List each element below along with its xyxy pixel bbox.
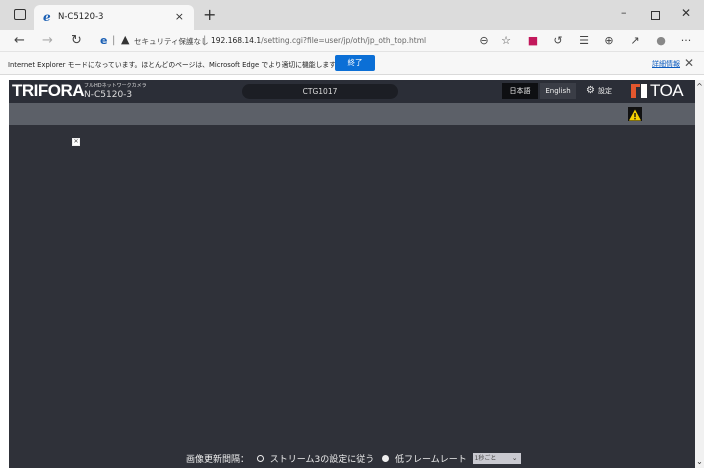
app-header: TRIFORA フルHDネットワークカメラ N-C5120-3 CTG1017 …	[9, 80, 695, 103]
browser-tabstrip: e N-C5120-3 × + – ✕	[0, 0, 704, 30]
warning-icon[interactable]: ▲	[121, 33, 129, 46]
separator: |	[203, 35, 207, 46]
broken-image-icon: ✕	[72, 138, 80, 146]
page-scrollbar[interactable]: ^ ⌄	[695, 80, 704, 468]
model-name: N-C5120-3	[84, 90, 133, 100]
share-icon[interactable]: ↗	[628, 34, 642, 47]
forward-icon[interactable]: →	[42, 33, 53, 48]
live-view-area: ✕ 画像更新間隔： ストリーム3の設定に従う 低フレームレート 1秒ごと ⌄	[9, 125, 695, 468]
window-close-button[interactable]: ✕	[681, 6, 691, 20]
refresh-interval-controls: 画像更新間隔： ストリーム3の設定に従う 低フレームレート 1秒ごと ⌄	[186, 452, 521, 466]
interval-select[interactable]: 1秒ごと ⌄	[472, 453, 521, 464]
new-tab-button[interactable]: +	[203, 5, 216, 24]
tab-title: N-C5120-3	[58, 12, 104, 22]
camera-name: CTG1017	[242, 84, 398, 99]
details-link[interactable]: 詳細情報	[652, 59, 680, 69]
more-icon[interactable]: ···	[679, 34, 693, 47]
ie-mode-icon[interactable]: e	[100, 34, 107, 47]
ie-bar-close-icon[interactable]: ✕	[684, 56, 694, 70]
ie-icon: e	[43, 10, 51, 24]
toa-mark-icon	[631, 84, 647, 98]
product-subtitle: フルHDネットワークカメラ	[84, 83, 147, 89]
back-icon[interactable]: ←	[14, 33, 25, 48]
address-bar: ← → ↻ e | ▲ セキュリティ保護なし | 192.168.14.1/se…	[0, 30, 704, 52]
security-label[interactable]: セキュリティ保護なし	[134, 36, 209, 47]
toa-logo-text: TOA	[650, 81, 684, 100]
radio-stream3[interactable]	[256, 455, 264, 462]
language-japanese-button[interactable]: 日本語	[502, 83, 538, 99]
exit-ie-mode-button[interactable]: 終了	[335, 55, 375, 71]
browser-tab[interactable]: e N-C5120-3 ×	[34, 5, 194, 30]
refresh-interval-label: 画像更新間隔：	[186, 455, 250, 465]
favorite-icon[interactable]: ☆	[499, 34, 513, 47]
settings-button[interactable]: ⚙ 設定	[586, 83, 612, 99]
tab-close-icon[interactable]: ×	[175, 10, 184, 23]
maximize-button[interactable]	[651, 11, 660, 20]
alert-icon[interactable]	[628, 107, 642, 121]
minimize-button[interactable]: –	[621, 6, 627, 19]
interval-select-value: 1秒ごと	[474, 455, 497, 462]
gear-icon: ⚙	[586, 85, 595, 96]
tab-actions-icon[interactable]	[14, 9, 26, 20]
refresh-icon[interactable]: ↻	[71, 33, 82, 48]
collections-icon[interactable]: ⊕	[602, 34, 616, 47]
ie-mode-message: Internet Explorer モードになっています。ほとんどのページは、M…	[8, 61, 343, 69]
url-host: 192.168.14.1	[211, 36, 262, 45]
scroll-down-icon[interactable]: ⌄	[695, 457, 704, 466]
radio-low-framerate-label[interactable]: 低フレームレート	[395, 455, 467, 465]
chevron-down-icon: ⌄	[511, 454, 518, 462]
radio-low-framerate[interactable]	[382, 455, 390, 462]
favorites-list-icon[interactable]: ☰	[577, 34, 591, 47]
url-field[interactable]: 192.168.14.1/setting.cgi?file=user/jp/ot…	[211, 36, 426, 45]
profile-icon[interactable]: ●	[654, 34, 668, 47]
sub-toolbar	[9, 103, 695, 125]
settings-label: 設定	[597, 87, 612, 95]
brand-logo: TRIFORA	[12, 81, 85, 100]
scroll-up-icon[interactable]: ^	[695, 82, 704, 91]
language-english-button[interactable]: English	[540, 83, 576, 99]
url-path: /setting.cgi?file=user/jp/oth/jp_oth_top…	[261, 36, 427, 45]
separator: |	[112, 35, 116, 46]
ie-mode-bar: Internet Explorer モードになっています。ほとんどのページは、M…	[0, 52, 704, 75]
radio-stream3-label[interactable]: ストリーム3の設定に従う	[270, 455, 374, 465]
zoom-icon[interactable]: ⊖	[477, 34, 491, 47]
refresh-extension-icon[interactable]: ↺	[551, 34, 565, 47]
extension-icon[interactable]: ■	[526, 34, 540, 47]
